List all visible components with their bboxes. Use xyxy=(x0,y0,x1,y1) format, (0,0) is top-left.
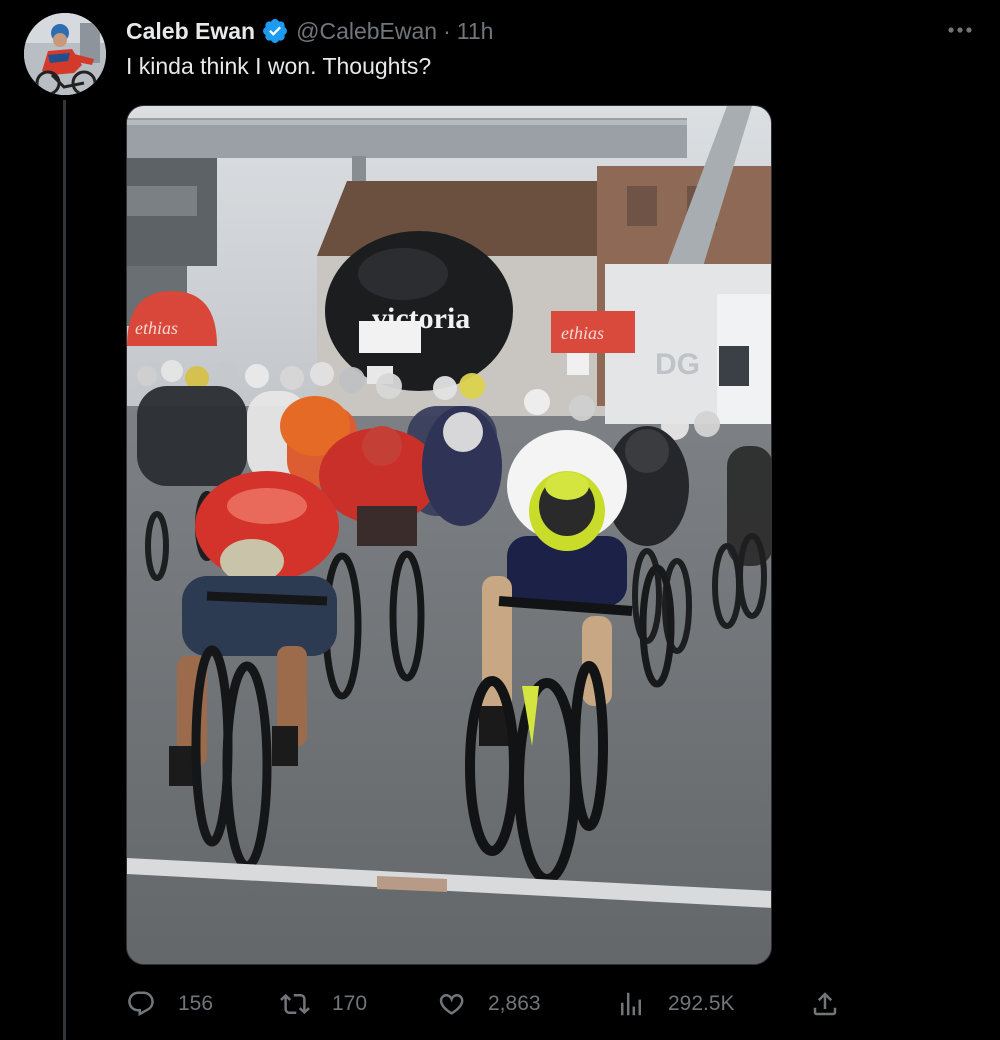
timestamp[interactable]: 11h xyxy=(457,18,494,45)
banner-left-text: ethias xyxy=(135,318,178,338)
retweet-count: 170 xyxy=(332,992,368,1015)
tweet-media[interactable]: DG ethias ethias victoria xyxy=(126,105,772,965)
action-bar: 156 170 2,863 292.5K xyxy=(124,985,844,1023)
views-count: 292.5K xyxy=(668,992,735,1015)
reply-icon xyxy=(124,987,158,1021)
share-button[interactable] xyxy=(808,985,842,1023)
more-icon[interactable] xyxy=(946,18,974,42)
tweet-header: Caleb Ewan @CalebEwan · 11h xyxy=(126,15,493,47)
views-icon xyxy=(614,987,648,1021)
verified-icon xyxy=(261,17,289,45)
thread-line xyxy=(63,100,66,1040)
display-name[interactable]: Caleb Ewan xyxy=(126,18,255,45)
handle[interactable]: @CalebEwan xyxy=(296,18,437,45)
race-finish-image: DG ethias ethias victoria xyxy=(127,106,771,964)
banner-right-text: ethias xyxy=(561,323,604,343)
retweet-button[interactable]: 170 xyxy=(278,985,367,1023)
truck-logo-text: DG xyxy=(655,348,700,381)
tweet: Caleb Ewan @CalebEwan · 11h I kinda thin… xyxy=(0,0,1000,1040)
share-icon xyxy=(808,987,842,1021)
like-button[interactable]: 2,863 xyxy=(434,985,541,1023)
reply-count: 156 xyxy=(178,992,214,1015)
like-icon xyxy=(434,987,468,1021)
avatar[interactable] xyxy=(24,13,106,95)
retweet-icon xyxy=(278,987,312,1021)
views-button[interactable]: 292.5K xyxy=(614,985,735,1023)
separator-dot: · xyxy=(443,17,451,44)
like-count: 2,863 xyxy=(488,992,541,1015)
tweet-text: I kinda think I won. Thoughts? xyxy=(126,53,432,79)
reply-button[interactable]: 156 xyxy=(124,985,213,1023)
